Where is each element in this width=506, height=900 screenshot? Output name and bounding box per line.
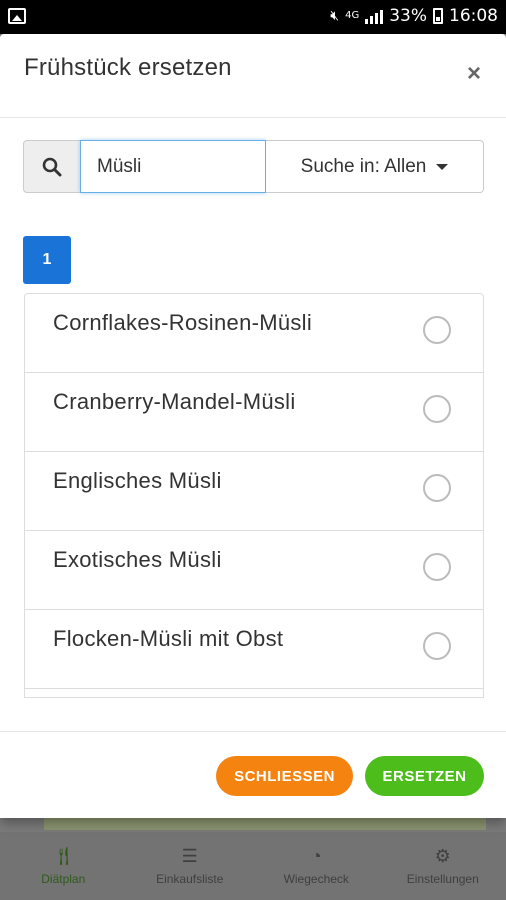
status-indicators: 🔇︎ 4G 33% 16:08 bbox=[330, 6, 498, 26]
list-item-label: Cornflakes-Rosinen-Müsli bbox=[53, 310, 313, 335]
radio-button[interactable] bbox=[423, 632, 451, 660]
list-icon: ☰ bbox=[181, 846, 198, 866]
gauge-icon: ◔ bbox=[310, 846, 322, 866]
radio-button[interactable] bbox=[423, 316, 451, 344]
gallery-notification-icon bbox=[8, 8, 26, 24]
nav-label: Diätplan bbox=[41, 872, 86, 886]
list-item-label: Flocken-Müsli mit Obst bbox=[53, 626, 284, 651]
list-item[interactable]: Flocken-Müsli mit Obst bbox=[25, 610, 483, 689]
results-list: Cornflakes-Rosinen-Müsli Cranberry-Mande… bbox=[24, 293, 484, 698]
nav-item-einstellungen[interactable]: ⚙ Einstellungen bbox=[380, 832, 506, 900]
modal-header: Frühstück ersetzen × bbox=[0, 34, 506, 118]
status-bar: 🔇︎ 4G 33% 16:08 bbox=[0, 0, 506, 34]
search-scope-label: Suche in: Allen bbox=[300, 155, 427, 177]
clock: 16:08 bbox=[449, 6, 498, 26]
list-item-label: Exotisches Müsli bbox=[53, 547, 222, 572]
nav-label: Einkaufsliste bbox=[156, 872, 224, 886]
search-icon[interactable] bbox=[23, 140, 80, 193]
list-item-label: Englisches Müsli bbox=[53, 468, 222, 493]
replace-button[interactable]: ERSETZEN bbox=[365, 756, 484, 796]
cutlery-icon: 🍴︎ bbox=[52, 846, 76, 866]
gear-icon: ⚙ bbox=[434, 846, 451, 866]
pagination-page-button[interactable]: 1 bbox=[23, 236, 71, 284]
radio-button[interactable] bbox=[423, 395, 451, 423]
battery-icon bbox=[433, 8, 443, 24]
nav-item-wiegecheck[interactable]: ◔ Wiegecheck bbox=[253, 832, 380, 900]
search-group: Suche in: Allen bbox=[23, 140, 484, 193]
network-type: 4G bbox=[345, 10, 360, 21]
list-item[interactable]: Exotisches Müsli bbox=[25, 531, 483, 610]
signal-icon bbox=[365, 8, 384, 24]
list-item[interactable]: Englisches Müsli bbox=[25, 452, 483, 531]
battery-percent: 33% bbox=[389, 6, 427, 26]
modal-footer: SCHLIESSEN ERSETZEN bbox=[0, 731, 506, 818]
caret-down-icon bbox=[436, 163, 449, 170]
radio-button[interactable] bbox=[423, 474, 451, 502]
list-item[interactable]: Cornflakes-Rosinen-Müsli bbox=[25, 294, 483, 373]
search-scope-dropdown[interactable]: Suche in: Allen bbox=[266, 140, 484, 193]
close-icon[interactable]: × bbox=[462, 62, 486, 86]
list-item[interactable]: Cranberry-Mandel-Müsli bbox=[25, 373, 483, 452]
mute-icon: 🔇︎ bbox=[330, 8, 340, 24]
nav-item-diaetplan[interactable]: 🍴︎ Diätplan bbox=[0, 832, 127, 900]
bottom-navigation: 🍴︎ Diätplan ☰ Einkaufsliste ◔ Wiegecheck… bbox=[0, 832, 506, 900]
modal-title: Frühstück ersetzen bbox=[24, 54, 232, 81]
radio-button[interactable] bbox=[423, 553, 451, 581]
search-input[interactable] bbox=[80, 140, 266, 193]
nav-label: Einstellungen bbox=[406, 872, 479, 886]
list-item-label: Cranberry-Mandel-Müsli bbox=[53, 389, 296, 414]
nav-item-einkaufsliste[interactable]: ☰ Einkaufsliste bbox=[127, 832, 254, 900]
nav-label: Wiegecheck bbox=[283, 872, 349, 886]
close-button[interactable]: SCHLIESSEN bbox=[216, 756, 353, 796]
